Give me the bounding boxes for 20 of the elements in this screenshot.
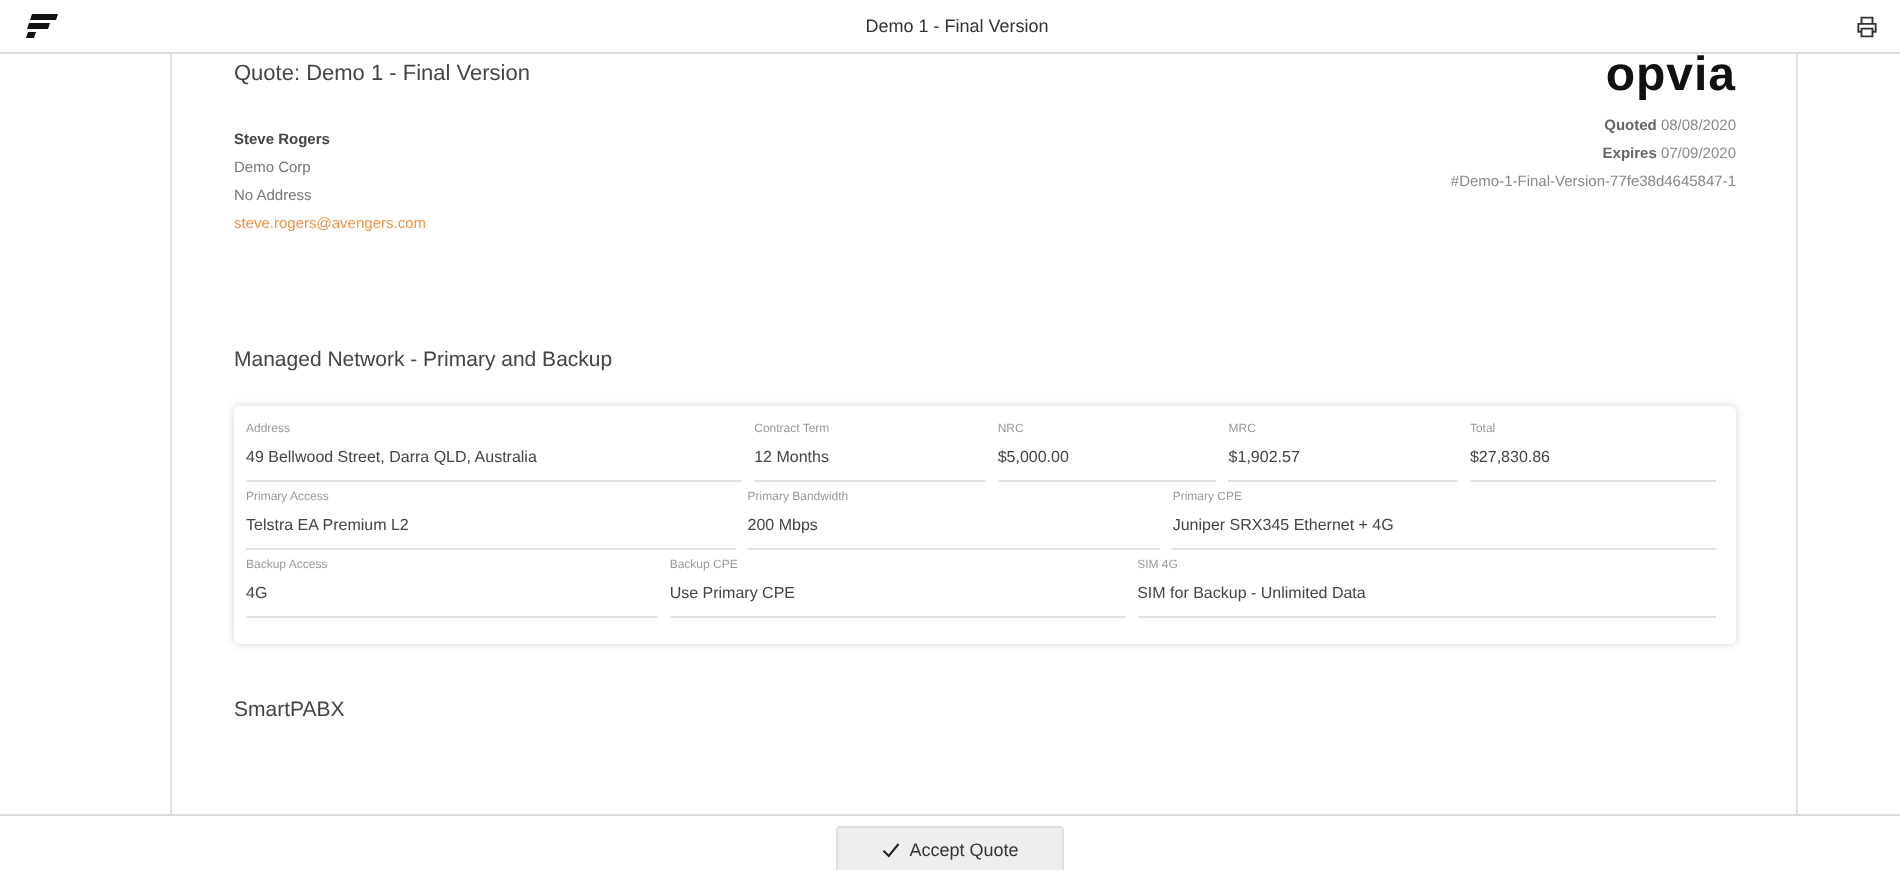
section-title: SmartPABX xyxy=(234,698,347,722)
section-title: Managed Network - Primary and Backup xyxy=(234,348,615,372)
field-value: Juniper SRX345 Ethernet + 4G xyxy=(1172,514,1396,538)
print-icon[interactable] xyxy=(1855,15,1878,37)
page-title: Demo 1 - Final Version xyxy=(865,16,1049,36)
check-icon xyxy=(881,841,900,857)
field-value: SIM for Backup - Unlimited Data xyxy=(1137,582,1368,606)
field-value: $1,902.57 xyxy=(1228,446,1302,470)
brand-logo-icon[interactable] xyxy=(26,14,58,38)
field-value: $5,000.00 xyxy=(997,446,1071,470)
field-value: 4G xyxy=(246,582,270,606)
field-value: 200 Mbps xyxy=(747,514,820,538)
company-logo: opvia xyxy=(1605,54,1736,100)
quote-title: Quote: Demo 1 - Final Version xyxy=(234,62,530,86)
field-value: $27,830.86 xyxy=(1469,446,1553,470)
field-value: Use Primary CPE xyxy=(669,582,797,606)
field-value: 12 Months xyxy=(754,446,831,470)
accept-quote-button[interactable]: Accept Quote xyxy=(836,826,1064,870)
field-value: 49 Bellwood Street, Darra QLD, Australia xyxy=(246,446,539,470)
field-value: Telstra EA Premium L2 xyxy=(246,514,411,538)
